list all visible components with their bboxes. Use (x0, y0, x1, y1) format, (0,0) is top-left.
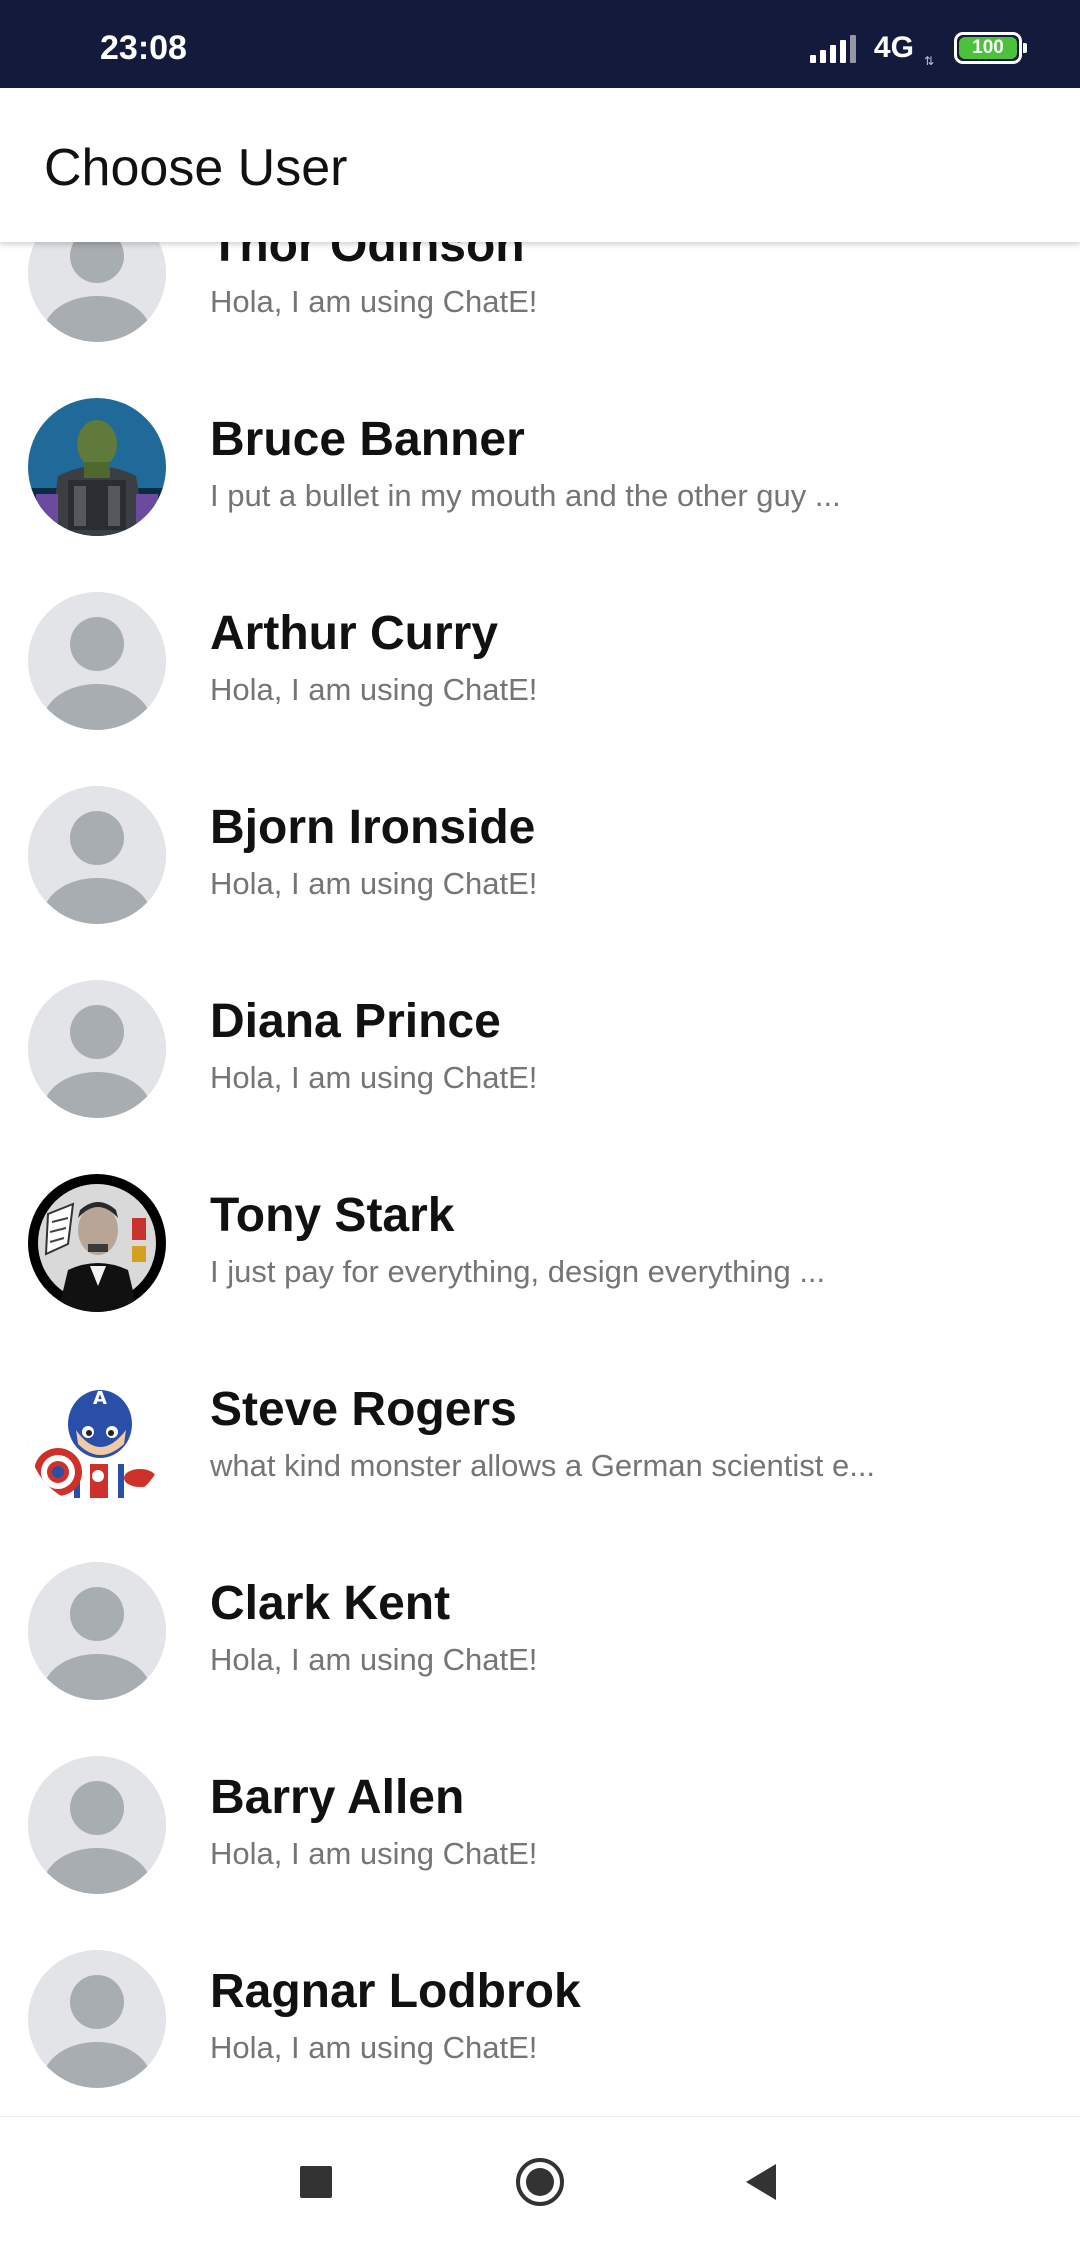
user-name: Clark Kent (210, 1577, 451, 1630)
user-name: Diana Prince (210, 995, 501, 1048)
default-avatar-icon (28, 1756, 166, 1894)
user-name: Barry Allen (210, 1771, 465, 1824)
tony-stark-avatar (28, 1174, 166, 1312)
user-row-steve-rogers[interactable]: A Steve Rogers what kind monster allows … (0, 1340, 1080, 1534)
svg-text:A: A (93, 1388, 107, 1409)
status-icons: 4G ⇅ 100 (809, 28, 1027, 68)
status-time: 23:08 (100, 29, 187, 67)
recents-square-icon[interactable] (286, 2157, 346, 2207)
data-activity-icon: ⇅ (923, 54, 934, 68)
user-status: Hola, I am using ChatE! (210, 2030, 538, 2065)
user-row-diana-prince[interactable]: Diana Prince Hola, I am using ChatE! (0, 952, 1080, 1146)
user-row-bruce-banner[interactable]: Bruce Banner I put a bullet in my mouth … (0, 370, 1080, 564)
user-status: I put a bullet in my mouth and the other… (210, 478, 841, 513)
page-title: Choose User (44, 139, 348, 197)
user-row-barry-allen[interactable]: Barry Allen Hola, I am using ChatE! (0, 1728, 1080, 1922)
user-row-tony-stark[interactable]: Tony Stark I just pay for everything, de… (0, 1146, 1080, 1340)
user-status: Hola, I am using ChatE! (210, 1060, 538, 1095)
user-name: Arthur Curry (210, 607, 499, 660)
default-avatar-icon (28, 786, 166, 924)
hulk-avatar (28, 398, 166, 536)
default-avatar-icon (28, 1950, 166, 2088)
user-name: Bjorn Ironside (210, 801, 536, 854)
user-status: Hola, I am using ChatE! (210, 1836, 538, 1871)
user-status: I just pay for everything, design everyt… (210, 1254, 826, 1289)
signal-icon (809, 33, 856, 63)
user-status: Hola, I am using ChatE! (210, 672, 538, 707)
user-row-arthur-curry[interactable]: Arthur Curry Hola, I am using ChatE! (0, 564, 1080, 758)
default-avatar-icon (28, 1562, 166, 1700)
default-avatar-icon (28, 980, 166, 1118)
user-row-bjorn-ironside[interactable]: Bjorn Ironside Hola, I am using ChatE! (0, 758, 1080, 952)
user-status: what kind monster allows a German scient… (210, 1448, 876, 1483)
user-name: Bruce Banner (210, 413, 525, 466)
user-row-clark-kent[interactable]: Clark Kent Hola, I am using ChatE! (0, 1534, 1080, 1728)
user-row-ragnar-lodbrok[interactable]: Ragnar Lodbrok Hola, I am using ChatE! (0, 1922, 1080, 2116)
user-list[interactable]: Thor Odinson Hola, I am using ChatE! Bru… (0, 0, 1080, 2116)
battery-icon: 100 (954, 32, 1027, 64)
user-name: Ragnar Lodbrok (210, 1965, 581, 2018)
user-status: Hola, I am using ChatE! (210, 866, 538, 901)
network-type: 4G (873, 31, 914, 64)
user-name: Tony Stark (210, 1189, 455, 1242)
default-avatar-icon (28, 592, 166, 730)
status-bar: 23:08 4G ⇅ 100 (0, 0, 1080, 88)
navigation-bar (0, 2116, 1080, 2247)
user-status: Hola, I am using ChatE! (210, 284, 538, 319)
home-circle-icon[interactable] (510, 2157, 570, 2207)
app-bar: Choose User (0, 88, 1080, 242)
battery-level: 100 (959, 37, 1017, 59)
user-name: Steve Rogers (210, 1383, 517, 1436)
captain-america-avatar: A (28, 1368, 166, 1506)
user-status: Hola, I am using ChatE! (210, 1642, 538, 1677)
back-triangle-icon[interactable] (732, 2157, 792, 2207)
